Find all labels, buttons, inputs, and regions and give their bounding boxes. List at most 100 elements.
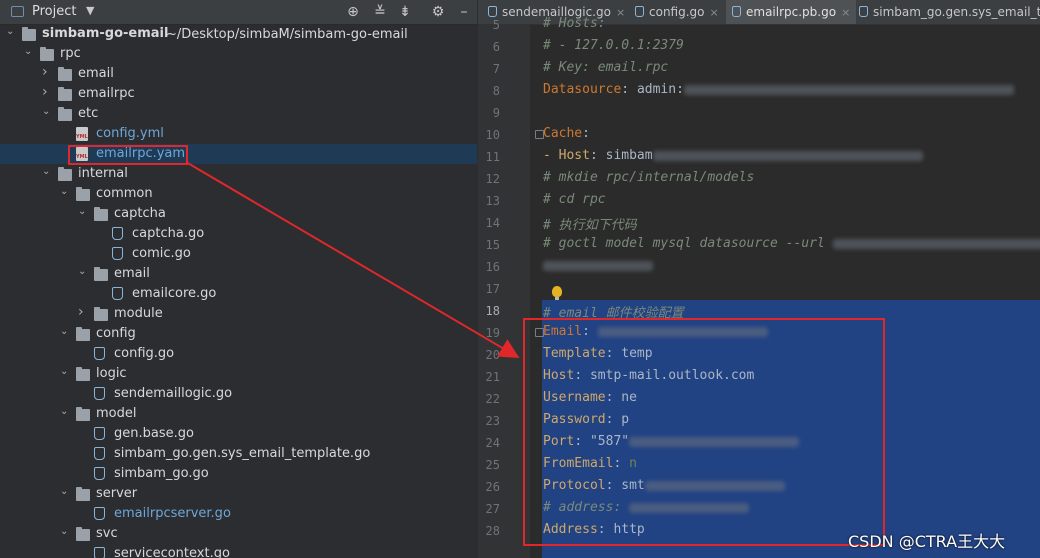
tree-item-servicecontext-go[interactable]: servicecontext.go: [0, 544, 477, 558]
code-line[interactable]: # - 127.0.0.1:2379: [543, 38, 684, 53]
code-line[interactable]: # Hosts:: [543, 16, 606, 31]
code-line[interactable]: - Host: simbam: [543, 148, 923, 163]
line-number: 23: [485, 414, 500, 428]
tree-item-email[interactable]: › email: [0, 64, 477, 84]
code-comment: # goctl model mysql datasource --url: [543, 236, 833, 251]
lightbulb-icon[interactable]: [552, 286, 562, 300]
tree-item-common[interactable]: ⌄ common: [0, 184, 477, 204]
chevron-down-icon[interactable]: ⌄: [60, 186, 68, 197]
tree-item-model[interactable]: ⌄ model: [0, 404, 477, 424]
code-line[interactable]: Datasource: admin:: [543, 82, 1014, 97]
tab-label: simbam_go.gen.sys_email_tem: [873, 5, 1040, 19]
folder-icon: [22, 27, 36, 41]
close-icon[interactable]: ×: [841, 6, 850, 19]
tree-item-gen-base-go[interactable]: gen.base.go: [0, 424, 477, 444]
tree-item-config-go[interactable]: config.go: [0, 344, 477, 364]
redacted-text: [652, 150, 923, 161]
line-number: 9: [492, 106, 500, 120]
tree-item-server[interactable]: ⌄ server: [0, 484, 477, 504]
tree-item-simbam-go-go[interactable]: simbam_go.go: [0, 464, 477, 484]
go-file-icon: [94, 387, 105, 400]
folder-icon: [76, 327, 90, 341]
close-icon[interactable]: ×: [710, 6, 719, 19]
folder-icon: [58, 107, 72, 121]
chevron-down-icon[interactable]: ⌄: [78, 206, 86, 217]
code-line[interactable]: # cd rpc: [543, 192, 606, 207]
project-panel-title[interactable]: Project: [32, 4, 76, 19]
tree-item-emailrpcserver-go[interactable]: emailrpcserver.go: [0, 504, 477, 524]
minimize-icon[interactable]: –: [454, 2, 474, 22]
tree-item-etc[interactable]: ⌄ etc: [0, 104, 477, 124]
expand-all-icon[interactable]: ⇟: [395, 2, 415, 22]
chevron-down-icon[interactable]: ⌄: [60, 526, 68, 537]
chevron-down-icon[interactable]: ⌄: [24, 46, 32, 57]
tab-label: config.go: [649, 5, 705, 19]
code-line[interactable]: Cache:: [543, 126, 590, 141]
gear-icon[interactable]: ⚙: [428, 2, 448, 22]
tree-item-label: config.go: [114, 346, 175, 361]
tree-item-logic[interactable]: ⌄ logic: [0, 364, 477, 384]
folder-icon: [76, 367, 90, 381]
tree-item-emailrpc[interactable]: › emailrpc: [0, 84, 477, 104]
tree-item-internal[interactable]: ⌄ internal: [0, 164, 477, 184]
tree-item-comic-go[interactable]: comic.go: [0, 244, 477, 264]
chevron-down-icon[interactable]: ▼: [86, 4, 94, 17]
line-number: 25: [485, 458, 500, 472]
tree-item-config[interactable]: ⌄ config: [0, 324, 477, 344]
tree-item-config-yml[interactable]: config.yml: [0, 124, 477, 144]
tab-emailrpc-pb[interactable]: emailrpc.pb.go ×: [726, 0, 857, 24]
line-number: 20: [485, 348, 500, 362]
chevron-right-icon[interactable]: ›: [42, 64, 48, 80]
tab-config[interactable]: config.go ×: [629, 0, 725, 24]
line-number: 27: [485, 502, 500, 516]
annotation-box-file: [68, 145, 188, 165]
tree-item-captcha[interactable]: ⌄ captcha: [0, 204, 477, 224]
chevron-right-icon[interactable]: ›: [42, 84, 48, 100]
go-file-icon: [112, 227, 123, 240]
tree-item-rpc[interactable]: ⌄ rpc: [0, 44, 477, 64]
chevron-down-icon[interactable]: ⌄: [60, 486, 68, 497]
tree-item-email[interactable]: ⌄ email: [0, 264, 477, 284]
code-line[interactable]: # goctl model mysql datasource --url: [543, 236, 1040, 251]
go-file-icon: [859, 6, 868, 17]
collapse-all-icon[interactable]: ≚: [370, 2, 390, 22]
folder-icon: [94, 267, 108, 281]
chevron-down-icon[interactable]: ⌄: [60, 406, 68, 417]
chevron-down-icon[interactable]: ⌄: [6, 26, 14, 37]
tree-item-label: logic: [96, 366, 127, 381]
tree-item-label: sendemaillogic.go: [114, 386, 233, 401]
chevron-down-icon[interactable]: ⌄: [42, 166, 50, 177]
code-line[interactable]: # 执行如下代码: [543, 214, 637, 233]
tree-item-captcha-go[interactable]: captcha.go: [0, 224, 477, 244]
tree-item-label: email: [78, 66, 114, 81]
chevron-right-icon[interactable]: ›: [78, 304, 84, 320]
go-file-icon: [94, 547, 105, 558]
code-comment: # mkdie rpc/internal/models: [543, 170, 755, 185]
code-line[interactable]: # mkdie rpc/internal/models: [543, 170, 754, 185]
close-icon[interactable]: ×: [616, 6, 625, 19]
tree-item-module[interactable]: › module: [0, 304, 477, 324]
project-path-hint: ~/Desktop/simbaM/simbam-go-email: [166, 27, 408, 42]
go-file-icon: [94, 447, 105, 460]
chevron-down-icon[interactable]: ⌄: [60, 326, 68, 337]
code-line[interactable]: # Key: email.rpc: [543, 60, 668, 75]
yaml-key: Datasource: [543, 82, 622, 97]
crosshair-icon[interactable]: ⊕: [343, 2, 363, 22]
chevron-down-icon[interactable]: ⌄: [42, 106, 50, 117]
folder-icon: [94, 207, 108, 221]
tree-item-simbam-go-gen-sys-email-template-go[interactable]: simbam_go.gen.sys_email_template.go: [0, 444, 477, 464]
tree-item-label: etc: [78, 106, 99, 121]
fold-icon[interactable]: [535, 130, 544, 139]
tree-item-emailcore-go[interactable]: emailcore.go: [0, 284, 477, 304]
project-icon: [11, 6, 24, 17]
chevron-down-icon[interactable]: ⌄: [60, 366, 68, 377]
line-number: 24: [485, 436, 500, 450]
chevron-down-icon[interactable]: ⌄: [78, 266, 86, 277]
tree-item-sendemaillogic-go[interactable]: sendemaillogic.go: [0, 384, 477, 404]
code-line[interactable]: [543, 258, 653, 273]
tree-item-simbam-go-email[interactable]: ⌄ simbam-go-email ~/Desktop/simbaM/simbam-…: [0, 24, 477, 44]
tree-item-svc[interactable]: ⌄ svc: [0, 524, 477, 544]
tab-simbam-go-gen[interactable]: simbam_go.gen.sys_email_tem: [853, 0, 1040, 24]
tree-item-label: config: [96, 326, 136, 341]
tab-label: emailrpc.pb.go: [746, 5, 837, 19]
